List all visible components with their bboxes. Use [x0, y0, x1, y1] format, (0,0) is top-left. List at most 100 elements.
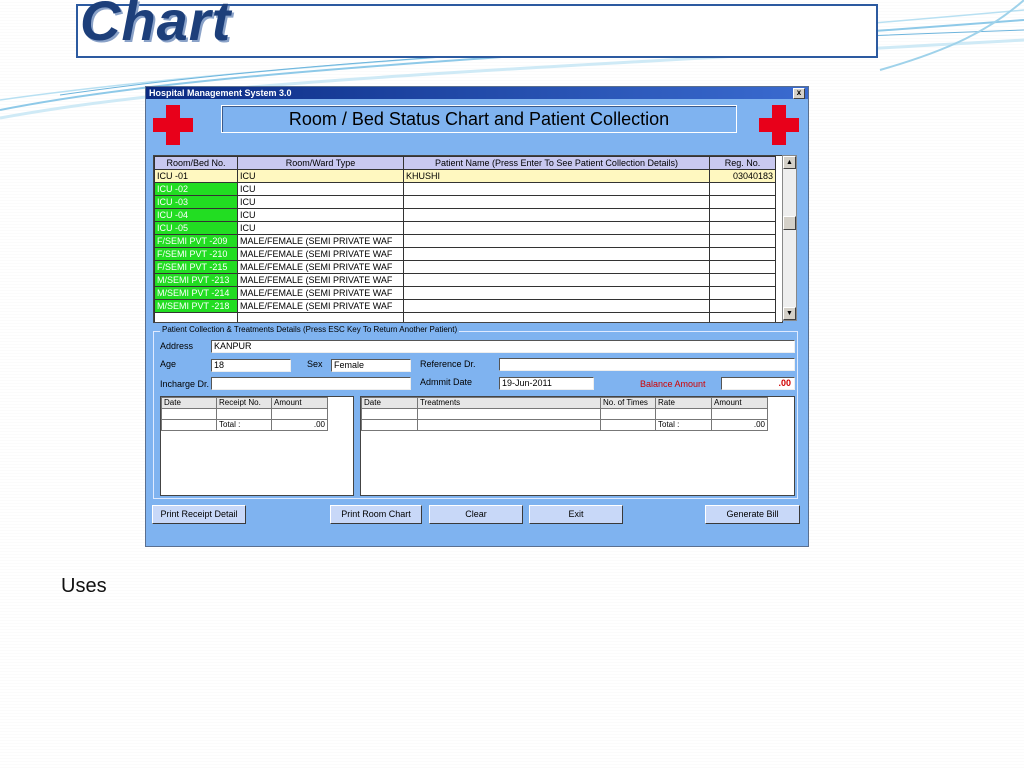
column-header[interactable]: Date [161, 397, 217, 409]
reg-number-cell[interactable]: 03040183 [709, 169, 776, 183]
ward-type-cell[interactable]: MALE/FEMALE (SEMI PRIVATE WAF [237, 260, 404, 274]
patient-name-cell[interactable] [403, 208, 710, 222]
ward-type-cell[interactable]: ICU [237, 182, 404, 196]
table-row[interactable]: M/SEMI PVT -213 MALE/FEMALE (SEMI PRIVATE… [154, 273, 776, 287]
column-header[interactable]: Patient Name (Press Enter To See Patient… [403, 156, 710, 170]
patient-name-cell[interactable] [403, 260, 710, 274]
table-row[interactable]: ICU -03 ICU [154, 195, 776, 209]
reference-dr-label: Reference Dr. [420, 359, 476, 369]
bed-number-cell[interactable]: F/SEMI PVT -215 [154, 260, 238, 274]
bed-status-grid[interactable]: Room/Bed No. Room/Ward Type Patient Name… [153, 155, 783, 323]
patient-name-cell[interactable] [403, 247, 710, 261]
age-field[interactable]: 18 [211, 359, 291, 372]
bed-grid-scrollbar[interactable]: ▲ ▼ [782, 155, 797, 321]
patient-name-cell[interactable] [403, 286, 710, 300]
balance-amount-field[interactable]: .00 [721, 377, 795, 390]
column-header[interactable]: Reg. No. [709, 156, 776, 170]
table-row[interactable]: M/SEMI PVT -218 MALE/FEMALE (SEMI PRIVATE… [154, 299, 776, 313]
table-row[interactable]: ICU -04 ICU [154, 208, 776, 222]
ward-type-cell[interactable]: MALE/FEMALE (SEMI PRIVATE WAF [237, 234, 404, 248]
reg-number-cell[interactable] [709, 299, 776, 313]
patient-name-cell[interactable] [403, 182, 710, 196]
bed-number-cell[interactable]: F/SEMI PVT -210 [154, 247, 238, 261]
column-header[interactable]: Receipt No. [216, 397, 272, 409]
ward-type-cell[interactable]: ICU [237, 221, 404, 235]
table-row[interactable]: F/SEMI PVT -210 MALE/FEMALE (SEMI PRIVATE… [154, 247, 776, 261]
column-header[interactable]: Room/Bed No. [154, 156, 238, 170]
patient-name-cell[interactable] [403, 234, 710, 248]
column-header[interactable]: Room/Ward Type [237, 156, 404, 170]
table-row[interactable]: ICU -05 ICU [154, 221, 776, 235]
patient-name-cell[interactable] [403, 221, 710, 235]
treatments-grid[interactable]: Date Treatments No. of Times Rate Amount… [360, 396, 795, 496]
sex-field[interactable]: Female [331, 359, 411, 372]
bed-number-cell[interactable]: M/SEMI PVT -218 [154, 299, 238, 313]
patient-name-cell[interactable] [403, 273, 710, 287]
treatments-total-row: Total : .00 [361, 419, 768, 431]
window-heading: Room / Bed Status Chart and Patient Coll… [221, 105, 737, 133]
scroll-down-icon[interactable]: ▼ [783, 307, 796, 320]
column-header[interactable]: Rate [655, 397, 712, 409]
table-row[interactable]: ICU -02 ICU [154, 182, 776, 196]
patient-name-cell[interactable] [403, 195, 710, 209]
patient-name-cell[interactable]: KHUSHI [403, 169, 710, 183]
patient-name-cell[interactable] [403, 299, 710, 313]
ward-type-cell[interactable]: ICU [237, 208, 404, 222]
generate-bill-button[interactable]: Generate Bill [705, 505, 800, 524]
table-row[interactable]: M/SEMI PVT -214 MALE/FEMALE (SEMI PRIVATE… [154, 286, 776, 300]
print-room-chart-button[interactable]: Print Room Chart [330, 505, 422, 524]
bed-number-cell[interactable]: F/SEMI PVT -209 [154, 234, 238, 248]
table-row[interactable]: F/SEMI PVT -209 MALE/FEMALE (SEMI PRIVATE… [154, 234, 776, 248]
table-row[interactable] [161, 408, 328, 420]
table-row[interactable]: ICU -01 ICU KHUSHI 03040183 [154, 169, 776, 183]
ward-type-cell[interactable]: MALE/FEMALE (SEMI PRIVATE WAF [237, 286, 404, 300]
close-icon[interactable]: x [793, 88, 805, 99]
bed-number-cell[interactable]: ICU -03 [154, 195, 238, 209]
reg-number-cell[interactable] [709, 221, 776, 235]
admit-date-field[interactable]: 19-Jun-2011 [499, 377, 594, 390]
reg-number-cell[interactable] [709, 286, 776, 300]
table-row[interactable]: F/SEMI PVT -215 MALE/FEMALE (SEMI PRIVATE… [154, 260, 776, 274]
total-value: .00 [271, 419, 328, 431]
address-field[interactable]: KANPUR [211, 340, 795, 353]
reg-number-cell[interactable] [709, 247, 776, 261]
exit-button[interactable]: Exit [529, 505, 623, 524]
admit-date-label: Admmit Date [420, 377, 473, 387]
reg-number-cell[interactable] [709, 273, 776, 287]
ward-type-cell[interactable]: ICU [237, 195, 404, 209]
ward-type-cell[interactable]: MALE/FEMALE (SEMI PRIVATE WAF [237, 299, 404, 313]
incharge-dr-label: Incharge Dr. [160, 379, 210, 389]
reg-number-cell[interactable] [709, 195, 776, 209]
address-label: Address [160, 341, 194, 351]
receipts-header-row: Date Receipt No. Amount [161, 397, 328, 409]
print-receipt-detail-button[interactable]: Print Receipt Detail [152, 505, 246, 524]
reg-number-cell[interactable] [709, 208, 776, 222]
column-header[interactable]: No. of Times [600, 397, 656, 409]
bed-number-cell[interactable]: ICU -05 [154, 221, 238, 235]
bed-number-cell[interactable]: ICU -01 [154, 169, 238, 183]
receipts-grid[interactable]: Date Receipt No. Amount Total : .00 [160, 396, 354, 496]
table-row[interactable] [154, 312, 776, 322]
column-header[interactable]: Amount [271, 397, 328, 409]
reg-number-cell[interactable] [709, 182, 776, 196]
column-header[interactable]: Amount [711, 397, 768, 409]
bed-number-cell[interactable]: ICU -02 [154, 182, 238, 196]
bed-number-cell[interactable]: M/SEMI PVT -214 [154, 286, 238, 300]
column-header[interactable]: Treatments [417, 397, 601, 409]
ward-type-cell[interactable]: ICU [237, 169, 404, 183]
sex-label: Sex [307, 359, 323, 369]
reg-number-cell[interactable] [709, 260, 776, 274]
clear-button[interactable]: Clear [429, 505, 523, 524]
table-row[interactable] [361, 408, 768, 420]
ward-type-cell[interactable]: MALE/FEMALE (SEMI PRIVATE WAF [237, 247, 404, 261]
scroll-up-icon[interactable]: ▲ [783, 156, 796, 169]
ward-type-cell[interactable]: MALE/FEMALE (SEMI PRIVATE WAF [237, 273, 404, 287]
column-header[interactable]: Date [361, 397, 418, 409]
scroll-thumb[interactable] [783, 216, 796, 230]
reference-dr-field[interactable] [499, 358, 795, 371]
total-label: Total : [216, 419, 272, 431]
reg-number-cell[interactable] [709, 234, 776, 248]
bed-number-cell[interactable]: M/SEMI PVT -213 [154, 273, 238, 287]
bed-number-cell[interactable]: ICU -04 [154, 208, 238, 222]
incharge-dr-field[interactable] [211, 377, 411, 390]
